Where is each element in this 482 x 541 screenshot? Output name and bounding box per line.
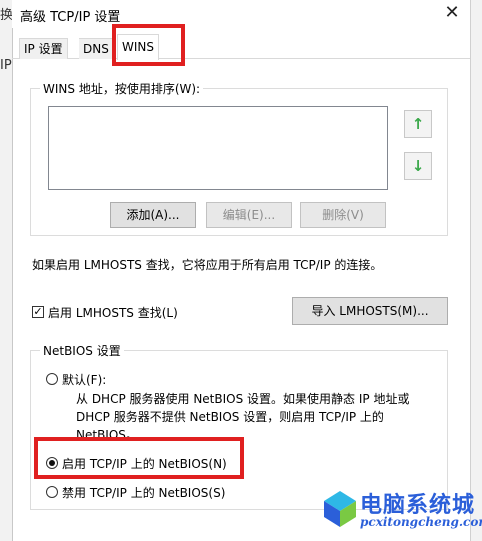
window-title: 高级 TCP/IP 设置 <box>20 10 121 25</box>
close-icon[interactable]: ✕ <box>440 1 464 25</box>
title-bar: 高级 TCP/IP 设置 ✕ <box>12 0 470 28</box>
arrow-down-icon: ↓ <box>411 157 425 175</box>
background-window-edge: 换 IP <box>0 0 13 541</box>
lmhosts-checkbox[interactable]: ✓ <box>32 306 44 318</box>
wins-group-label: WINS 地址，按使用排序(W): <box>40 80 204 97</box>
lmhosts-checkbox-label: 启用 LMHOSTS 查找(L) <box>48 306 178 320</box>
background-window-edge-right <box>470 0 482 541</box>
arrow-up-icon: ↑ <box>411 115 425 133</box>
netbios-default-radio[interactable] <box>46 373 58 385</box>
import-lmhosts-button[interactable]: 导入 LMHOSTS(M)... <box>292 297 448 325</box>
netbios-default-label: 默认(F): <box>62 373 107 387</box>
watermark: 电脑系统城 pcxitongcheng.com <box>322 485 482 541</box>
tab-highlight-box <box>112 24 185 66</box>
netbios-disable-radio[interactable] <box>46 486 58 498</box>
netbios-default-description: 从 DHCP 服务器使用 NetBIOS 设置。如果使用静态 IP 地址或 DH… <box>76 390 436 444</box>
move-down-button[interactable]: ↓ <box>404 152 432 180</box>
add-button[interactable]: 添加(A)... <box>110 202 196 228</box>
lmhosts-info-text: 如果启用 LMHOSTS 查找，它将应用于所有启用 TCP/IP 的连接。 <box>32 258 383 272</box>
option-highlight-box <box>34 437 244 479</box>
netbios-desc-line: 从 DHCP 服务器使用 NetBIOS 设置。如果使用静态 IP 地址或 <box>76 392 410 406</box>
netbios-desc-line: DHCP 服务器不提供 NetBIOS 设置，则启用 TCP/IP 上的 <box>76 410 384 424</box>
move-up-button[interactable]: ↑ <box>404 110 432 138</box>
netbios-disable-label: 禁用 TCP/IP 上的 NetBIOS(S) <box>62 486 226 500</box>
netbios-group-label: NetBIOS 设置 <box>40 342 124 359</box>
watermark-logo-icon <box>324 491 356 527</box>
background-glyph: IP <box>0 58 12 73</box>
tab-dns[interactable]: DNS <box>79 38 114 59</box>
edit-button[interactable]: 编辑(E)... <box>206 202 292 228</box>
remove-button[interactable]: 删除(V) <box>300 202 386 228</box>
watermark-url: pcxitongcheng.com <box>360 515 482 529</box>
tab-ip-settings[interactable]: IP 设置 <box>19 38 68 59</box>
wins-address-list[interactable] <box>48 106 388 190</box>
